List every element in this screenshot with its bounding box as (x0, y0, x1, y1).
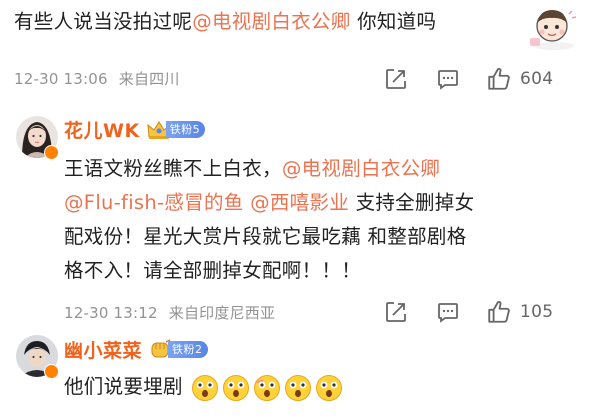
comment-1-text-after: 你知道吗 (350, 10, 437, 33)
shocked-face-emoji-icon (223, 374, 250, 401)
comment-3-text-plain: 他们说要埋剧 (64, 375, 183, 398)
comment-1-text-plain: 有些人说当没拍过呢 (14, 10, 193, 33)
comment-2-like-count: 105 (520, 302, 554, 322)
comment-icon[interactable] (436, 300, 460, 324)
comment-2-line-2-after: 支持全删掉女 (349, 191, 475, 214)
comment-2-mention-2[interactable]: @Flu-fish-感冒的鱼 (64, 191, 244, 214)
verified-badge-icon (44, 364, 59, 379)
fan-badge-label: 铁粉5 (165, 121, 206, 138)
comment-2-line-3: 配戏份！星光大赏片段就它最吃藕 和整部剧格 (64, 225, 467, 248)
comment-2-header: 花儿WK 铁粉5 (64, 116, 206, 143)
shocked-face-emoji-icon (254, 374, 281, 401)
fan-badge: 铁粉5 (146, 120, 206, 140)
comment-3-header: 幽小菜菜 铁粉2 (64, 336, 208, 363)
like-icon[interactable] (486, 66, 512, 92)
comment-1-meta: 12-30 13:06 来自四川 (14, 68, 180, 89)
comment-2-line-2: @Flu-fish-感冒的鱼 @西嘻影业 支持全删掉女 (64, 186, 564, 220)
comment-2-mention-1[interactable]: @电视剧白衣公卿 (282, 157, 440, 180)
comment-2-line-1-plain: 王语文粉丝瞧不上白衣， (64, 157, 282, 180)
verified-badge-icon (44, 145, 59, 160)
like-icon[interactable] (486, 299, 512, 325)
fan-badge-label: 铁粉2 (168, 341, 208, 358)
comment-1-like-count: 604 (520, 69, 554, 89)
comment-2-author[interactable]: 花儿WK (64, 116, 140, 143)
shocked-face-emoji-icon (316, 374, 343, 401)
comment-2-meta: 12-30 13:12 来自印度尼西亚 (64, 302, 275, 323)
comment-1-location: 来自四川 (118, 70, 180, 88)
comment-2-text: 王语文粉丝瞧不上白衣，@电视剧白衣公卿 @Flu-fish-感冒的鱼 @西嘻影业… (64, 152, 564, 288)
emoji-row (191, 374, 343, 402)
comment-1-timestamp: 12-30 13:06 (14, 70, 108, 88)
comment-2-line-1: 王语文粉丝瞧不上白衣，@电视剧白衣公卿 (64, 152, 564, 186)
comment-1-actions: 604 (384, 66, 553, 92)
comment-2-line-4: 格不入！请全部删掉女配啊！！！ (64, 259, 362, 282)
comment-2-timestamp: 12-30 13:12 (64, 304, 158, 322)
comment-3-author[interactable]: 幽小菜菜 (64, 336, 142, 363)
chibi-sticker-icon (530, 10, 577, 50)
comment-2-actions: 105 (384, 299, 553, 325)
shocked-face-emoji-icon (285, 374, 312, 401)
comment-3-text: 他们说要埋剧 (64, 370, 343, 404)
comment-1-text: 有些人说当没拍过呢@电视剧白衣公卿 你知道吗 (14, 5, 534, 39)
shocked-face-emoji-icon (192, 374, 219, 401)
comment-2-mention-3[interactable]: @西嘻影业 (250, 191, 349, 214)
comment-icon[interactable] (436, 67, 460, 91)
share-icon[interactable] (384, 300, 408, 324)
share-icon[interactable] (384, 67, 408, 91)
fan-badge: 铁粉2 (148, 338, 208, 360)
comment-1-mention[interactable]: @电视剧白衣公卿 (192, 10, 350, 33)
comment-2-location: 来自印度尼西亚 (168, 304, 276, 322)
